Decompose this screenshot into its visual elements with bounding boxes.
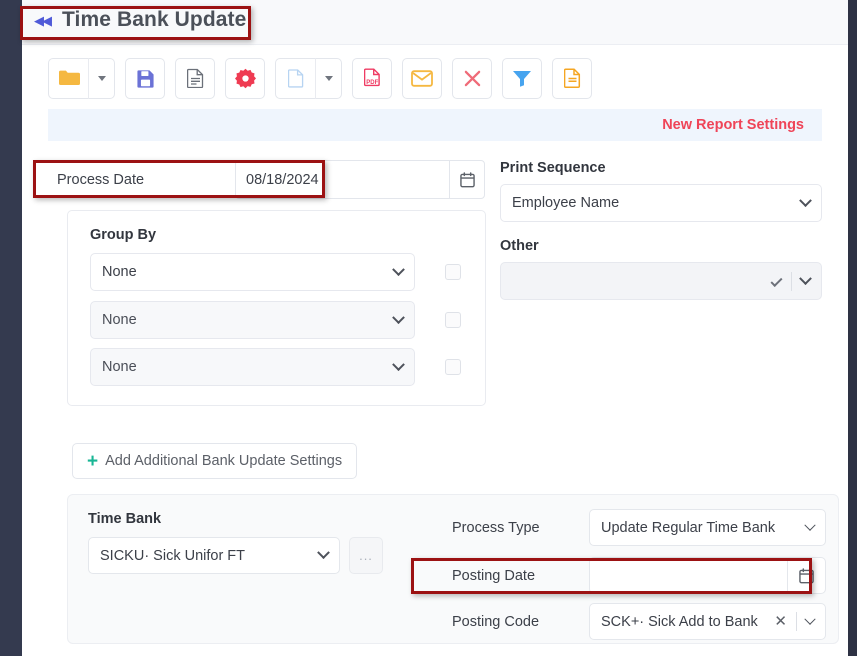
posting-date-row: Posting Date xyxy=(448,557,826,594)
other-select[interactable] xyxy=(500,262,822,300)
process-date-calendar-button[interactable] xyxy=(449,160,485,199)
process-type-row: Process Type Update Regular Time Bank xyxy=(448,509,826,546)
open-folder-button[interactable] xyxy=(48,57,88,99)
group-by-title: Group By xyxy=(90,227,157,243)
group-by-row-2: None xyxy=(90,301,464,339)
posting-code-row: Posting Code SCK+· Sick Add to Bank ✕ xyxy=(448,603,826,640)
funnel-filter-icon xyxy=(513,71,531,87)
x-close-icon xyxy=(464,70,480,86)
group-by-checkbox-3[interactable] xyxy=(445,359,461,375)
chevron-down-icon xyxy=(799,193,812,207)
time-bank-value: SICKU· Sick Unifor FT xyxy=(100,547,246,564)
posting-code-value: SCK+· Sick Add to Bank xyxy=(601,613,758,630)
control-divider xyxy=(796,612,797,631)
process-type-select[interactable]: Update Regular Time Bank xyxy=(589,509,826,546)
new-report-settings-banner: New Report Settings xyxy=(48,109,822,141)
bank-update-card: Time Bank SICKU· Sick Unifor FT ... Proc… xyxy=(67,494,839,644)
folder-icon xyxy=(58,70,80,85)
add-additional-bank-update-settings-button[interactable]: + Add Additional Bank Update Settings xyxy=(72,443,358,479)
chevron-down-icon[interactable] xyxy=(799,271,812,285)
title-bar: ◀◀ Time Bank Update xyxy=(22,0,848,45)
posting-code-select[interactable]: SCK+· Sick Add to Bank ✕ xyxy=(589,603,826,640)
posting-date-calendar-button[interactable] xyxy=(787,557,826,594)
control-divider xyxy=(791,271,792,291)
group-by-select-1[interactable]: None xyxy=(90,253,415,291)
x-clear-icon[interactable]: ✕ xyxy=(774,614,787,629)
group-by-card: Group By None None None xyxy=(67,210,486,406)
group-by-row-1: None xyxy=(90,253,464,291)
group-by-value-2: None xyxy=(102,312,137,328)
chevron-down-icon xyxy=(804,519,816,531)
group-by-value-1: None xyxy=(102,264,137,280)
group-by-row-3: None xyxy=(90,348,464,386)
process-date-input[interactable]: 08/18/2024 xyxy=(235,160,449,199)
app-window: ◀◀ Time Bank Update PDF New Report Setti… xyxy=(0,0,857,656)
document-note-icon xyxy=(563,68,580,88)
group-by-select-2[interactable]: None xyxy=(90,301,415,339)
chevron-down-icon[interactable] xyxy=(804,613,816,625)
page-title: Time Bank Update xyxy=(62,8,247,31)
posting-date-input[interactable] xyxy=(589,557,787,594)
process-type-label: Process Type xyxy=(452,519,540,536)
app-left-chrome xyxy=(0,0,22,656)
group-by-checkbox-2[interactable] xyxy=(445,312,461,328)
other-label: Other xyxy=(500,238,539,254)
print-sequence-label: Print Sequence xyxy=(500,160,606,176)
print-sequence-select[interactable]: Employee Name xyxy=(500,184,822,222)
save-floppy-icon xyxy=(136,69,154,88)
group-by-checkbox-1[interactable] xyxy=(445,264,461,280)
add-button-label: Add Additional Bank Update Settings xyxy=(105,453,343,469)
other-controls xyxy=(770,271,812,291)
save-button[interactable] xyxy=(125,57,165,99)
chevron-down-icon xyxy=(392,262,405,276)
report-button[interactable] xyxy=(175,57,215,99)
print-sequence-value: Employee Name xyxy=(512,195,620,211)
process-type-value: Update Regular Time Bank xyxy=(601,519,776,536)
posting-date-field xyxy=(589,557,826,594)
group-by-value-3: None xyxy=(102,359,137,375)
calendar-icon xyxy=(459,171,475,187)
page-container: ◀◀ Time Bank Update PDF New Report Setti… xyxy=(22,0,848,656)
chevron-down-icon xyxy=(317,546,330,560)
chevron-down-icon xyxy=(324,75,333,81)
toolbar: PDF xyxy=(48,53,592,103)
pdf-icon: PDF xyxy=(363,68,380,86)
time-bank-label: Time Bank xyxy=(88,511,162,527)
new-page-button[interactable] xyxy=(275,57,315,99)
envelope-icon xyxy=(411,69,433,87)
document-lines-icon xyxy=(186,68,203,88)
posting-code-label: Posting Code xyxy=(452,613,540,630)
open-folder-dropdown-button[interactable] xyxy=(88,57,115,99)
delete-button[interactable] xyxy=(452,57,492,99)
gear-icon xyxy=(234,68,256,88)
posting-date-label: Posting Date xyxy=(452,567,536,584)
process-date-label: Process Date xyxy=(48,160,235,199)
filter-button[interactable] xyxy=(502,57,542,99)
time-bank-select[interactable]: SICKU· Sick Unifor FT xyxy=(88,537,340,574)
svg-text:PDF: PDF xyxy=(366,80,378,86)
time-bank-lookup-button[interactable]: ... xyxy=(349,537,383,574)
email-button[interactable] xyxy=(402,57,442,99)
new-page-dropdown-button[interactable] xyxy=(315,57,342,99)
export-pdf-button[interactable]: PDF xyxy=(352,57,392,99)
chevron-down-icon xyxy=(392,310,405,324)
blank-page-icon xyxy=(287,69,303,88)
notes-button[interactable] xyxy=(552,57,592,99)
calendar-icon xyxy=(799,567,814,583)
banner-label: New Report Settings xyxy=(662,117,804,133)
group-by-select-3[interactable]: None xyxy=(90,348,415,386)
app-right-chrome xyxy=(848,0,857,656)
plus-icon: + xyxy=(87,450,99,472)
collapse-panel-icon[interactable]: ◀◀ xyxy=(34,13,52,29)
check-icon[interactable] xyxy=(770,274,783,288)
right-settings-column: Print Sequence Employee Name Other xyxy=(500,160,822,316)
settings-button[interactable] xyxy=(225,57,265,99)
process-date-row: Process Date 08/18/2024 xyxy=(48,160,485,199)
chevron-down-icon xyxy=(392,357,405,371)
chevron-down-icon xyxy=(97,75,106,81)
posting-code-controls: ✕ xyxy=(774,612,816,631)
